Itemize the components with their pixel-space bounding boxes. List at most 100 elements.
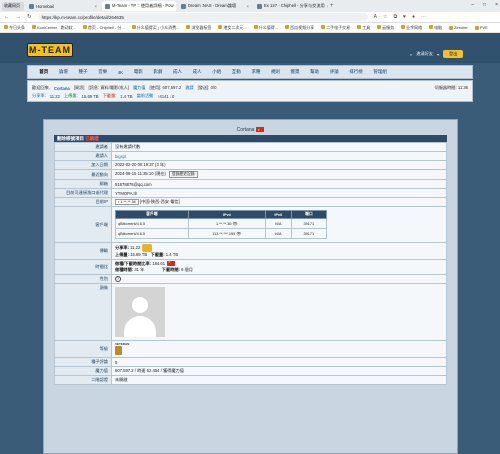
client-ipv4: 113.**.***.159 [212,232,236,236]
nav-item[interactable]: 成人 [187,69,207,75]
nav-item[interactable]: 獲獎 [285,69,305,75]
signout-button[interactable]: 登出 [443,50,464,58]
nav-item[interactable]: 論壇 [54,69,74,75]
nav-item[interactable]: 互動 [226,69,246,75]
seeding-label[interactable]: 當前活動 [137,93,154,99]
extensions-icon[interactable]: ⧉ [393,14,397,20]
invite-count: [發送]: 0/0 [197,85,217,90]
username-link[interactable]: Cortana [54,86,70,91]
favicon-icon [257,3,262,9]
bookmark-item[interactable]: Zerotier [449,25,468,30]
invited-user-link[interactable]: bigspt [115,154,126,159]
nav-item[interactable]: 電影 [128,69,148,75]
row-label: 最近動向 [54,169,112,180]
client-ipv6: N/A [264,228,292,239]
login-history-button[interactable]: 登錄歷史記錄 [168,171,198,178]
time-ratio-value: 184.61 [152,261,166,266]
maximize-icon[interactable]: □ [483,2,486,8]
bookmark-icon [321,25,326,30]
site-header: M-TEAM ⌕ 邀请好友 ▾ 登出 [0,33,500,63]
browser-tab-3[interactable]: Dream :NAS - Dream論壇 × [178,1,252,11]
bookmark-item[interactable]: 西瓜视频分享 [285,25,314,31]
bookmark-item[interactable]: 云服务 [377,25,394,31]
invite-link[interactable]: 邀请好友 [416,51,433,57]
column-header: IPv4 [187,210,266,219]
search-icon[interactable]: ⌕ [410,52,412,57]
row-value: YTMOPA.tlr [111,188,447,198]
chevron-down-icon[interactable]: ▾ [437,52,439,57]
bookmark-item[interactable]: 电脑 [429,25,442,31]
url-field[interactable]: https://kp.m-team.cc/profile/detail/2646… [37,13,368,21]
bookmark-item[interactable]: 业余网络 [401,25,422,31]
bookmark-item[interactable]: 什么值得... [253,25,278,31]
new-tab-icon[interactable]: + [330,3,334,9]
profile-panel: Cortana 劃除帳號項目 已驗證 邀請者 沒有邀請代數 邀請人 bigspt… [43,119,458,454]
browser-tab-1[interactable]: Hornebail × [26,1,100,11]
row-value: 2022-02-20 00:19:37 (3 年) [111,160,447,170]
favicon-icon [29,3,34,9]
table-row: 種子評論 5 [54,357,447,367]
browser-tab-4[interactable]: Ex 127 - Chiphell - 分享与交流用 × [254,1,328,11]
column-header: 客戶端 [115,210,189,219]
bookmark-item[interactable]: 工具 [357,25,370,31]
time-ratio-label: 做種/下載時間比率: [115,261,152,266]
close-tab-icon[interactable]: × [247,4,249,9]
nav-item[interactable]: 首页 [34,69,54,75]
nav-item[interactable]: 管理組 [368,69,392,75]
row-value: 5 [111,357,447,367]
bookmark-item[interactable]: PVE [474,25,488,30]
avatar-body-icon [124,316,156,337]
close-tab-icon[interactable]: × [95,4,97,9]
bookmark-item[interactable]: 二手电子交易 [321,25,350,31]
back-icon[interactable]: ← [4,14,10,20]
close-window-icon[interactable]: × [495,2,498,8]
magic-value: [使用]: 607,597.2 [149,85,182,90]
ratio-badge-icon [142,244,153,252]
row-label: 頭像 [54,283,112,341]
nav-item[interactable]: 影劇 [148,69,168,75]
profile-icon[interactable]: ● [412,14,415,20]
bookmark-icon [377,25,382,30]
bookmark-item[interactable]: 港女二次元... [218,25,247,31]
ip-location: [中国-陕西-西安 電信] [139,199,180,204]
nav-item[interactable]: 幫助 [305,69,325,75]
dl-time-value: 6 個月 [181,267,193,272]
nav-item[interactable]: 種子 [73,69,93,75]
favorites-icon[interactable]: ♥ [403,14,406,20]
nav-item[interactable]: 小組 [207,69,227,75]
minimize-icon[interactable]: – [471,2,474,8]
magic-link[interactable]: 魔力值 [133,85,146,91]
eye-icon[interactable]: 👁 [233,221,238,226]
star-icon[interactable]: ☆ [383,14,387,20]
nav-item[interactable]: 規則 [266,69,286,75]
nav-item[interactable]: 音樂 [93,69,113,75]
verified-status: 已驗證 [85,136,99,141]
nav-item[interactable]: 求種 [246,69,266,75]
bookmark-item[interactable]: 浏览器标签 [186,25,211,31]
nav-item[interactable]: 成人 [168,69,188,75]
row-label: 種子評論 [54,357,112,367]
site-logo[interactable]: M-TEAM [27,43,73,57]
client-row: qBittorrent/4.6.5 113.**.***.159 👁 N/A 3… [115,228,328,239]
eye-icon[interactable]: 👁 [236,231,241,236]
bookmark-item[interactable]: KoolCenter - 跑动软... [32,25,76,31]
reload-icon[interactable]: ↻ [27,14,32,20]
bookmark-item[interactable]: 今日头条 [4,25,25,31]
china-flag-icon [256,126,265,135]
translate-icon[interactable]: A [374,14,377,20]
nav-item[interactable]: 評論 [324,69,344,75]
invite-link[interactable]: 邀請 [185,85,193,91]
browser-tab-2[interactable]: M-Team - TP :: 使用者詳細 - Pow× [102,1,176,11]
seeding-value: ↑4141 ↓0 [157,93,175,99]
row-value: 未開啟 [111,375,447,385]
bookmark-item[interactable]: 什么值得买 | 小众消费... [131,25,179,31]
download-value: 1.4 TB [165,252,179,257]
pinned-tab[interactable]: 收藏网页 [2,1,24,11]
nav-item[interactable]: 排行榜 [344,69,368,75]
row-value: 51878878@qq.com [111,179,447,189]
close-tab-icon[interactable]: × [327,4,328,9]
forward-icon[interactable]: → [16,14,22,20]
nav-item[interactable]: 4K [112,70,128,75]
more-icon[interactable]: ⋯ [421,14,426,20]
bookmark-item[interactable]: 首页 - Chiphell - 分... [82,25,125,31]
